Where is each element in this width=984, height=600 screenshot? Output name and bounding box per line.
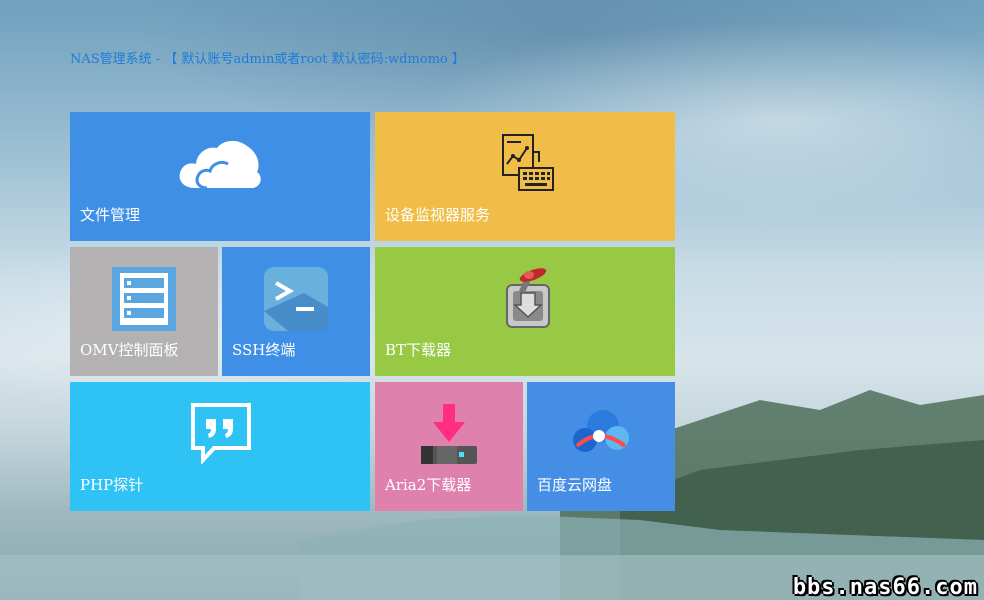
quote-bubble-icon: [191, 403, 251, 464]
tile-label: BT下载器: [385, 341, 452, 359]
tile-php-probe[interactable]: PHP探针: [70, 382, 370, 511]
tile-omv-panel[interactable]: OMV控制面板: [70, 247, 218, 376]
baidu-cloud-icon: [573, 410, 629, 452]
tile-label: 百度云网盘: [537, 476, 613, 494]
tile-file-manager[interactable]: 文件管理: [70, 112, 370, 241]
download-drive-icon: [421, 404, 477, 464]
monitor-chart-icon: [502, 134, 554, 191]
terminal-icon: [264, 267, 328, 331]
tile-device-monitor[interactable]: 设备监视器服务: [375, 112, 675, 241]
tile-label: OMV控制面板: [80, 341, 179, 359]
tile-label: 设备监视器服务: [385, 206, 491, 224]
tile-bt-downloader[interactable]: BT下载器: [375, 247, 675, 376]
tile-label: 文件管理: [80, 206, 141, 224]
tile-label: SSH终端: [232, 341, 296, 359]
server-icon: [112, 267, 176, 331]
page-title: NAS管理系统 - 【 默认账号admin或者root 默认密码:wdmomo …: [70, 52, 465, 67]
watermark-text: bbs.nas66.com: [792, 575, 978, 600]
tile-label: PHP探针: [80, 476, 144, 494]
transmission-icon: [506, 268, 550, 328]
tile-ssh-terminal[interactable]: SSH终端: [222, 247, 370, 376]
tile-baidu-cloud[interactable]: 百度云网盘: [527, 382, 675, 511]
cloud-icon: [179, 140, 261, 190]
tile-label: Aria2下载器: [385, 476, 472, 494]
tile-aria2-downloader[interactable]: Aria2下载器: [375, 382, 523, 511]
